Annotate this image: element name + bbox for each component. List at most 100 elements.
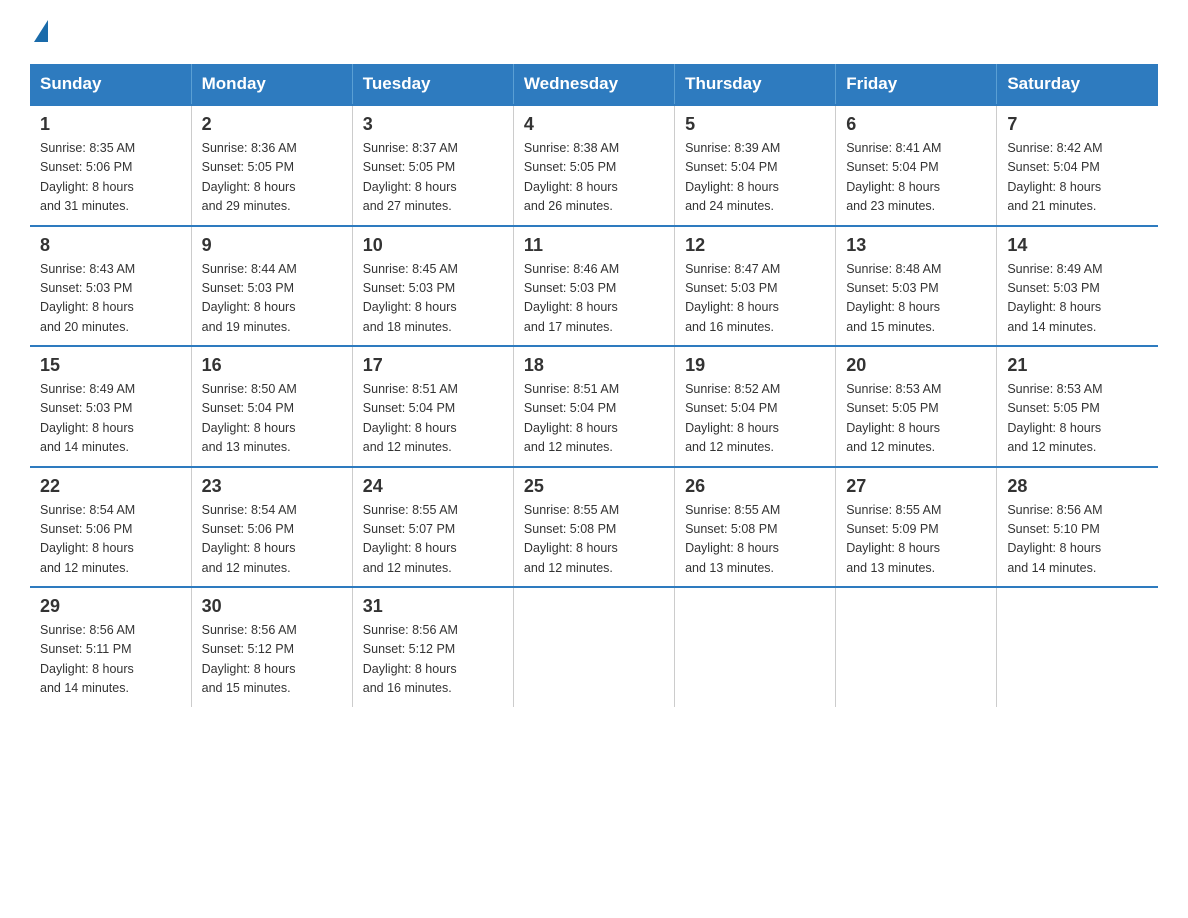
day-number: 14 — [1007, 235, 1148, 256]
calendar-cell — [997, 587, 1158, 707]
day-info: Sunrise: 8:55 AM Sunset: 5:07 PM Dayligh… — [363, 501, 503, 579]
calendar-cell: 20 Sunrise: 8:53 AM Sunset: 5:05 PM Dayl… — [836, 346, 997, 467]
calendar-cell: 4 Sunrise: 8:38 AM Sunset: 5:05 PM Dayli… — [513, 105, 674, 226]
calendar-header-sunday: Sunday — [30, 64, 191, 105]
calendar-cell: 7 Sunrise: 8:42 AM Sunset: 5:04 PM Dayli… — [997, 105, 1158, 226]
day-number: 23 — [202, 476, 342, 497]
calendar-cell: 10 Sunrise: 8:45 AM Sunset: 5:03 PM Dayl… — [352, 226, 513, 347]
calendar-week-row: 8 Sunrise: 8:43 AM Sunset: 5:03 PM Dayli… — [30, 226, 1158, 347]
calendar-cell: 21 Sunrise: 8:53 AM Sunset: 5:05 PM Dayl… — [997, 346, 1158, 467]
day-info: Sunrise: 8:54 AM Sunset: 5:06 PM Dayligh… — [202, 501, 342, 579]
page-header — [30, 20, 1158, 44]
day-number: 26 — [685, 476, 825, 497]
day-number: 29 — [40, 596, 181, 617]
day-info: Sunrise: 8:48 AM Sunset: 5:03 PM Dayligh… — [846, 260, 986, 338]
day-number: 6 — [846, 114, 986, 135]
day-number: 8 — [40, 235, 181, 256]
day-info: Sunrise: 8:47 AM Sunset: 5:03 PM Dayligh… — [685, 260, 825, 338]
calendar-cell: 14 Sunrise: 8:49 AM Sunset: 5:03 PM Dayl… — [997, 226, 1158, 347]
day-number: 19 — [685, 355, 825, 376]
calendar-cell — [675, 587, 836, 707]
day-number: 18 — [524, 355, 664, 376]
calendar-cell: 18 Sunrise: 8:51 AM Sunset: 5:04 PM Dayl… — [513, 346, 674, 467]
calendar-table: SundayMondayTuesdayWednesdayThursdayFrid… — [30, 64, 1158, 707]
calendar-cell: 16 Sunrise: 8:50 AM Sunset: 5:04 PM Dayl… — [191, 346, 352, 467]
calendar-cell: 11 Sunrise: 8:46 AM Sunset: 5:03 PM Dayl… — [513, 226, 674, 347]
logo-triangle-icon — [34, 20, 48, 42]
calendar-cell — [513, 587, 674, 707]
calendar-cell: 8 Sunrise: 8:43 AM Sunset: 5:03 PM Dayli… — [30, 226, 191, 347]
calendar-cell: 24 Sunrise: 8:55 AM Sunset: 5:07 PM Dayl… — [352, 467, 513, 588]
day-number: 7 — [1007, 114, 1148, 135]
day-number: 22 — [40, 476, 181, 497]
calendar-week-row: 29 Sunrise: 8:56 AM Sunset: 5:11 PM Dayl… — [30, 587, 1158, 707]
day-info: Sunrise: 8:56 AM Sunset: 5:11 PM Dayligh… — [40, 621, 181, 699]
day-number: 2 — [202, 114, 342, 135]
calendar-cell: 5 Sunrise: 8:39 AM Sunset: 5:04 PM Dayli… — [675, 105, 836, 226]
day-number: 9 — [202, 235, 342, 256]
calendar-cell: 6 Sunrise: 8:41 AM Sunset: 5:04 PM Dayli… — [836, 105, 997, 226]
day-info: Sunrise: 8:46 AM Sunset: 5:03 PM Dayligh… — [524, 260, 664, 338]
calendar-cell: 17 Sunrise: 8:51 AM Sunset: 5:04 PM Dayl… — [352, 346, 513, 467]
calendar-week-row: 15 Sunrise: 8:49 AM Sunset: 5:03 PM Dayl… — [30, 346, 1158, 467]
calendar-cell: 31 Sunrise: 8:56 AM Sunset: 5:12 PM Dayl… — [352, 587, 513, 707]
day-info: Sunrise: 8:39 AM Sunset: 5:04 PM Dayligh… — [685, 139, 825, 217]
day-number: 3 — [363, 114, 503, 135]
day-info: Sunrise: 8:55 AM Sunset: 5:08 PM Dayligh… — [685, 501, 825, 579]
day-number: 12 — [685, 235, 825, 256]
day-info: Sunrise: 8:56 AM Sunset: 5:12 PM Dayligh… — [202, 621, 342, 699]
calendar-cell: 1 Sunrise: 8:35 AM Sunset: 5:06 PM Dayli… — [30, 105, 191, 226]
day-number: 15 — [40, 355, 181, 376]
day-info: Sunrise: 8:50 AM Sunset: 5:04 PM Dayligh… — [202, 380, 342, 458]
calendar-cell: 13 Sunrise: 8:48 AM Sunset: 5:03 PM Dayl… — [836, 226, 997, 347]
day-number: 5 — [685, 114, 825, 135]
calendar-cell: 3 Sunrise: 8:37 AM Sunset: 5:05 PM Dayli… — [352, 105, 513, 226]
calendar-cell: 27 Sunrise: 8:55 AM Sunset: 5:09 PM Dayl… — [836, 467, 997, 588]
day-info: Sunrise: 8:42 AM Sunset: 5:04 PM Dayligh… — [1007, 139, 1148, 217]
day-number: 31 — [363, 596, 503, 617]
day-number: 28 — [1007, 476, 1148, 497]
calendar-cell: 30 Sunrise: 8:56 AM Sunset: 5:12 PM Dayl… — [191, 587, 352, 707]
day-info: Sunrise: 8:56 AM Sunset: 5:10 PM Dayligh… — [1007, 501, 1148, 579]
day-info: Sunrise: 8:51 AM Sunset: 5:04 PM Dayligh… — [363, 380, 503, 458]
day-info: Sunrise: 8:38 AM Sunset: 5:05 PM Dayligh… — [524, 139, 664, 217]
calendar-week-row: 1 Sunrise: 8:35 AM Sunset: 5:06 PM Dayli… — [30, 105, 1158, 226]
day-info: Sunrise: 8:53 AM Sunset: 5:05 PM Dayligh… — [1007, 380, 1148, 458]
calendar-cell: 19 Sunrise: 8:52 AM Sunset: 5:04 PM Dayl… — [675, 346, 836, 467]
day-number: 11 — [524, 235, 664, 256]
logo — [30, 20, 48, 44]
day-number: 30 — [202, 596, 342, 617]
calendar-cell — [836, 587, 997, 707]
day-number: 1 — [40, 114, 181, 135]
day-number: 16 — [202, 355, 342, 376]
day-info: Sunrise: 8:44 AM Sunset: 5:03 PM Dayligh… — [202, 260, 342, 338]
calendar-header-monday: Monday — [191, 64, 352, 105]
day-number: 17 — [363, 355, 503, 376]
day-info: Sunrise: 8:36 AM Sunset: 5:05 PM Dayligh… — [202, 139, 342, 217]
day-info: Sunrise: 8:55 AM Sunset: 5:08 PM Dayligh… — [524, 501, 664, 579]
day-info: Sunrise: 8:37 AM Sunset: 5:05 PM Dayligh… — [363, 139, 503, 217]
day-number: 27 — [846, 476, 986, 497]
calendar-header-row: SundayMondayTuesdayWednesdayThursdayFrid… — [30, 64, 1158, 105]
day-info: Sunrise: 8:54 AM Sunset: 5:06 PM Dayligh… — [40, 501, 181, 579]
day-info: Sunrise: 8:45 AM Sunset: 5:03 PM Dayligh… — [363, 260, 503, 338]
day-info: Sunrise: 8:52 AM Sunset: 5:04 PM Dayligh… — [685, 380, 825, 458]
calendar-cell: 29 Sunrise: 8:56 AM Sunset: 5:11 PM Dayl… — [30, 587, 191, 707]
day-info: Sunrise: 8:56 AM Sunset: 5:12 PM Dayligh… — [363, 621, 503, 699]
day-number: 21 — [1007, 355, 1148, 376]
calendar-header-friday: Friday — [836, 64, 997, 105]
calendar-cell: 23 Sunrise: 8:54 AM Sunset: 5:06 PM Dayl… — [191, 467, 352, 588]
day-info: Sunrise: 8:55 AM Sunset: 5:09 PM Dayligh… — [846, 501, 986, 579]
day-info: Sunrise: 8:43 AM Sunset: 5:03 PM Dayligh… — [40, 260, 181, 338]
calendar-header-tuesday: Tuesday — [352, 64, 513, 105]
calendar-header-saturday: Saturday — [997, 64, 1158, 105]
day-info: Sunrise: 8:35 AM Sunset: 5:06 PM Dayligh… — [40, 139, 181, 217]
day-info: Sunrise: 8:49 AM Sunset: 5:03 PM Dayligh… — [40, 380, 181, 458]
day-info: Sunrise: 8:49 AM Sunset: 5:03 PM Dayligh… — [1007, 260, 1148, 338]
day-number: 25 — [524, 476, 664, 497]
day-number: 20 — [846, 355, 986, 376]
calendar-cell: 12 Sunrise: 8:47 AM Sunset: 5:03 PM Dayl… — [675, 226, 836, 347]
calendar-cell: 22 Sunrise: 8:54 AM Sunset: 5:06 PM Dayl… — [30, 467, 191, 588]
calendar-header-thursday: Thursday — [675, 64, 836, 105]
calendar-cell: 15 Sunrise: 8:49 AM Sunset: 5:03 PM Dayl… — [30, 346, 191, 467]
